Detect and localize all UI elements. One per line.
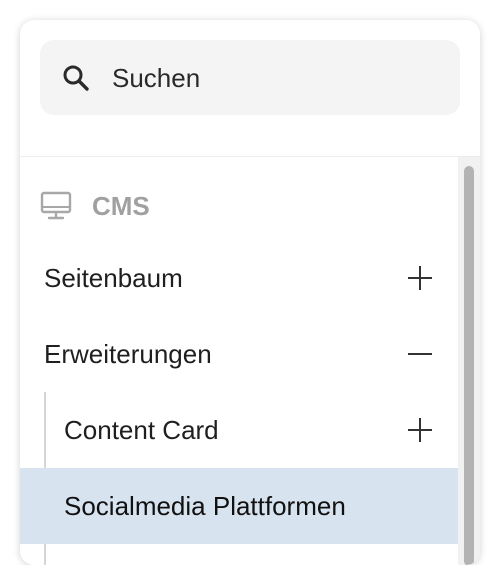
monitor-icon (40, 191, 72, 220)
nav-item-label: Erweiterungen (44, 338, 212, 369)
plus-icon[interactable] (406, 416, 434, 444)
nav-item-socialmedia-plattformen[interactable]: Socialmedia Plattformen (20, 468, 458, 544)
nav-item-seitenbaum[interactable]: Seitenbaum (20, 240, 458, 316)
search-input[interactable] (112, 58, 442, 98)
nav-item-label: Socialmedia Plattformen (64, 490, 346, 521)
section-label: CMS (92, 190, 150, 221)
nav-item-content-card[interactable]: Content Card (20, 392, 458, 468)
search-icon (63, 65, 89, 91)
search-box[interactable] (40, 40, 460, 115)
scrollbar-thumb[interactable] (464, 166, 474, 565)
divider (20, 156, 480, 157)
nav-item-erweiterungen[interactable]: Erweiterungen (20, 316, 458, 392)
nav-item-label: Seitenbaum (44, 262, 183, 293)
section-header-cms: CMS (40, 188, 150, 224)
nav-item-label: Content Card (64, 414, 219, 445)
plus-icon[interactable] (406, 264, 434, 292)
navigation-panel: CMS Seitenbaum Erweiterungen Content Car… (20, 20, 480, 565)
minus-icon[interactable] (406, 340, 434, 368)
